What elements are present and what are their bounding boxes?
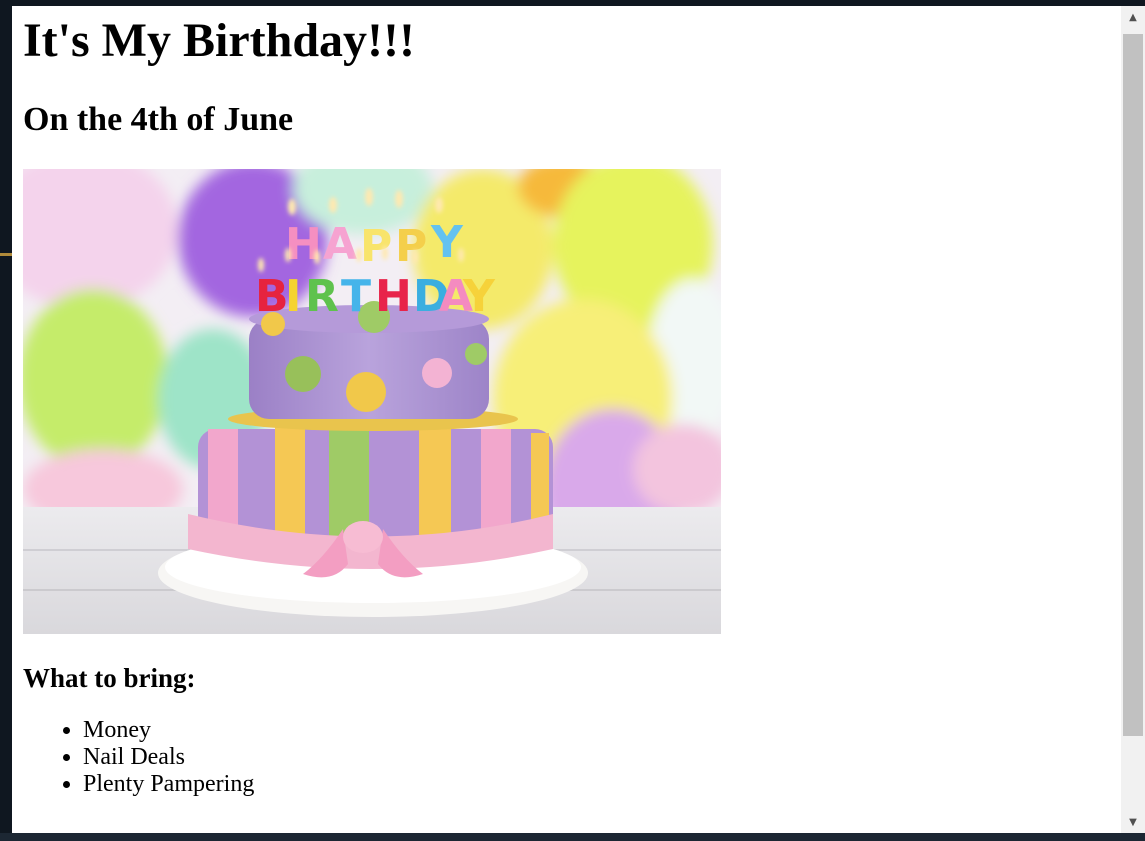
svg-text:P: P (360, 221, 392, 272)
list-item: Plenty Pampering (83, 771, 1110, 798)
vertical-scrollbar[interactable]: ▲ ▼ (1121, 6, 1145, 833)
page-subtitle: On the 4th of June (23, 101, 294, 138)
window-frame-accent (0, 253, 12, 256)
svg-text:P: P (395, 221, 427, 272)
svg-text:B: B (255, 271, 289, 322)
section-heading: What to bring: (23, 663, 196, 693)
page-title: It's My Birthday!!! (23, 14, 415, 67)
window-bottom-bar (0, 833, 1145, 841)
svg-text:T: T (341, 271, 371, 322)
svg-text:Y: Y (462, 271, 496, 322)
scroll-thumb[interactable] (1123, 34, 1143, 736)
svg-text:R: R (305, 271, 339, 322)
svg-text:I: I (285, 271, 301, 322)
scroll-up-icon[interactable]: ▲ (1121, 6, 1145, 28)
browser-viewport: It's My Birthday!!! On the 4th of June H… (12, 6, 1121, 833)
svg-text:Y: Y (430, 217, 464, 268)
birthday-cake-image: H A P P Y B I R T H D A Y (23, 169, 721, 634)
list-item: Money (83, 717, 1110, 744)
svg-text:H: H (375, 271, 412, 322)
bring-list: Money Nail Deals Plenty Pampering (23, 717, 1110, 798)
list-item: Nail Deals (83, 744, 1110, 771)
page-content: It's My Birthday!!! On the 4th of June H… (12, 6, 1121, 798)
scroll-down-icon[interactable]: ▼ (1121, 811, 1145, 833)
svg-text:A: A (323, 219, 357, 270)
